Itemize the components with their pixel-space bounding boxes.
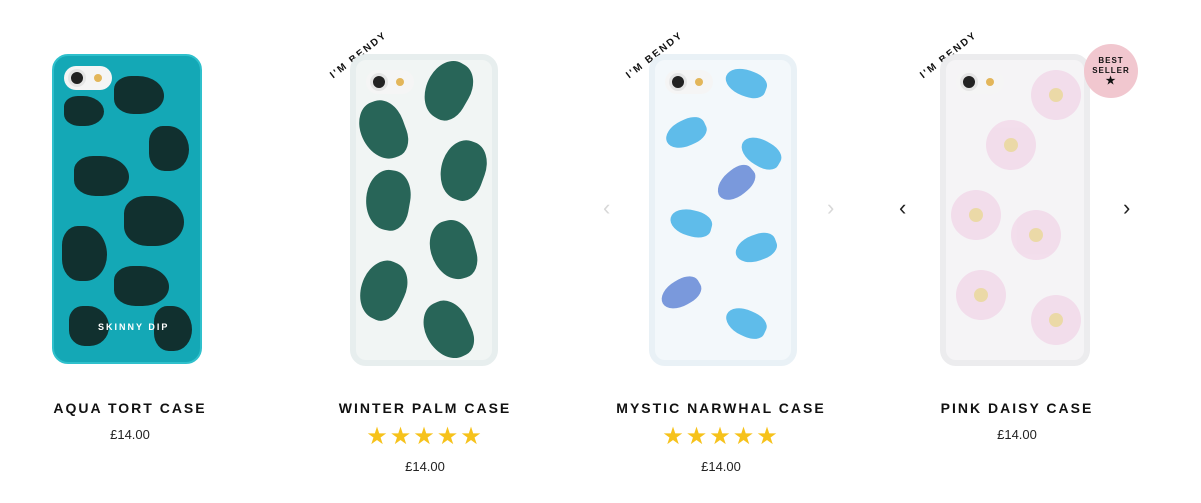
- carousel-next-icon[interactable]: ›: [1123, 195, 1130, 221]
- brand-mark: SKINNY DIP: [98, 322, 170, 332]
- product-grid: SKINNY DIP AQUA TORT CASE £14.00 I'M BEN…: [0, 0, 1201, 503]
- rating-stars-icon: ★★★★★: [662, 423, 780, 450]
- carousel-next-icon[interactable]: ›: [827, 195, 834, 221]
- product-title[interactable]: WINTER PALM CASE: [295, 400, 555, 416]
- product-image[interactable]: SKINNY DIP: [52, 54, 202, 364]
- product-image[interactable]: [649, 54, 797, 366]
- product-card[interactable]: I'M BENDY WINTER PALM CASE ★★★★★ £14.00: [295, 0, 555, 503]
- product-price: £14.00: [405, 459, 445, 474]
- carousel-prev-icon[interactable]: ‹: [603, 195, 610, 221]
- product-title[interactable]: PINK DAISY CASE: [887, 400, 1147, 416]
- product-card[interactable]: I'M BENDY ‹ BEST SELLER ★ › PINK DAISY C…: [887, 0, 1147, 503]
- product-price: £14.00: [110, 427, 150, 442]
- product-card[interactable]: SKINNY DIP AQUA TORT CASE £14.00: [0, 0, 260, 503]
- camera-icon: [366, 70, 414, 94]
- product-card[interactable]: I'M BENDY ‹ › MYSTIC NARWHAL CASE ★★★★★ …: [591, 0, 851, 503]
- product-price: £14.00: [997, 427, 1037, 442]
- carousel-prev-icon[interactable]: ‹: [899, 195, 906, 221]
- rating-stars-icon: ★★★★★: [366, 423, 484, 450]
- best-seller-badge: BEST SELLER ★: [1084, 44, 1138, 98]
- product-title[interactable]: MYSTIC NARWHAL CASE: [591, 400, 851, 416]
- camera-icon: [64, 66, 112, 90]
- product-image[interactable]: [350, 54, 498, 366]
- badge-line: BEST: [1098, 56, 1124, 65]
- product-image[interactable]: [940, 54, 1090, 366]
- product-price: £14.00: [701, 459, 741, 474]
- product-title[interactable]: AQUA TORT CASE: [0, 400, 260, 416]
- camera-icon: [665, 70, 713, 94]
- star-icon: ★: [1105, 75, 1117, 87]
- camera-icon: [956, 70, 1004, 94]
